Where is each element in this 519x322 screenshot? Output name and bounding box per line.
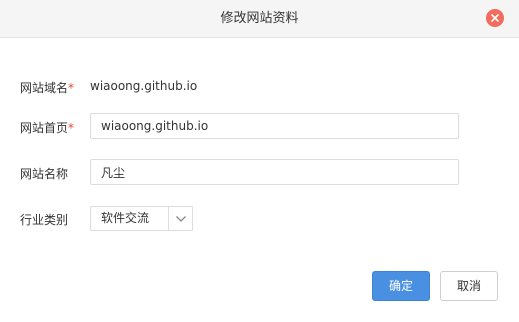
domain-label-text: 网站域名 bbox=[20, 81, 69, 95]
homepage-label-text: 网站首页 bbox=[20, 121, 69, 135]
dialog-title: 修改网站资料 bbox=[220, 11, 299, 26]
close-icon bbox=[491, 14, 499, 22]
domain-value: wiaoong.github.io bbox=[90, 79, 198, 93]
select-divider bbox=[168, 207, 169, 230]
cancel-button[interactable]: 取消 bbox=[440, 271, 498, 301]
homepage-input[interactable] bbox=[90, 113, 459, 139]
required-mark: * bbox=[68, 81, 75, 95]
confirm-button[interactable]: 确定 bbox=[372, 271, 430, 301]
domain-label: 网站域名* bbox=[20, 79, 74, 96]
industry-label: 行业类别 bbox=[20, 213, 69, 227]
industry-select[interactable]: 软件交流 bbox=[90, 206, 193, 231]
site-name-label: 网站名称 bbox=[20, 167, 69, 181]
industry-selected-value: 软件交流 bbox=[101, 211, 150, 225]
chevron-down-icon[interactable] bbox=[175, 215, 187, 223]
edit-site-dialog: 修改网站资料 网站域名* wiaoong.github.io 网站首页* 网站名… bbox=[0, 0, 519, 322]
site-name-input[interactable] bbox=[90, 159, 459, 185]
homepage-label: 网站首页* bbox=[20, 119, 74, 136]
dialog-titlebar: 修改网站资料 bbox=[0, 0, 519, 38]
required-mark: * bbox=[68, 121, 75, 135]
close-button[interactable] bbox=[486, 9, 504, 27]
